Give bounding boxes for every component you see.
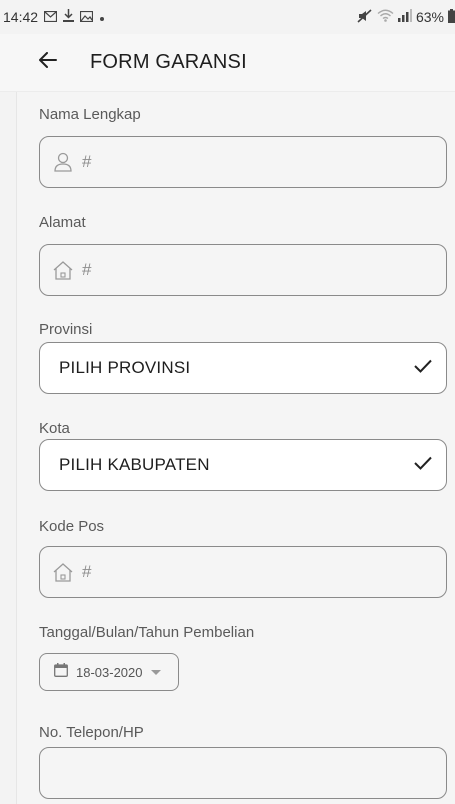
kota-label: Kota (39, 420, 70, 437)
calendar-icon (54, 662, 68, 682)
back-button[interactable] (28, 43, 68, 83)
tanggal-label: Tanggal/Bulan/Tahun Pembelian (39, 624, 255, 641)
alamat-input[interactable]: # (39, 244, 447, 296)
checkmark-icon (414, 359, 432, 378)
kode-pos-label: Kode Pos (39, 518, 105, 535)
form-container: Nama Lengkap # Alamat # Provinsi PILIH P… (16, 92, 455, 804)
alamat-label: Alamat (39, 214, 86, 231)
download-icon (63, 9, 75, 25)
status-right: 63% (357, 8, 455, 26)
wifi-icon (377, 9, 394, 25)
house-icon (52, 259, 74, 281)
nama-lengkap-input[interactable]: # (39, 136, 447, 188)
page-title: FORM GARANSI (90, 51, 247, 73)
kode-pos-input[interactable]: # (39, 546, 447, 598)
kode-pos-value: # (82, 562, 92, 581)
provinsi-select[interactable]: PILIH PROVINSI (39, 342, 447, 394)
person-icon (52, 151, 74, 173)
alamat-value: # (82, 260, 92, 279)
arrow-left-icon (39, 52, 57, 73)
nama-lengkap-value: # (82, 152, 92, 171)
house-icon (52, 561, 74, 583)
dot-icon (99, 9, 105, 25)
telepon-input[interactable] (39, 747, 447, 799)
status-time: 14:42 (3, 9, 39, 25)
status-bar: 14:42 63% (0, 0, 455, 34)
mute-icon (357, 8, 373, 26)
kota-select[interactable]: PILIH KABUPATEN (39, 439, 447, 491)
battery-percent: 63% (415, 9, 444, 25)
mail-icon (43, 9, 58, 25)
image-icon (79, 9, 94, 25)
battery-icon (448, 8, 455, 26)
checkmark-icon (414, 456, 432, 475)
provinsi-value: PILIH PROVINSI (59, 358, 191, 377)
purchase-date-picker[interactable]: 18-03-2020 (39, 653, 179, 691)
status-left: 14:42 (3, 9, 105, 25)
purchase-date-value: 18-03-2020 (76, 664, 143, 680)
nama-lengkap-label: Nama Lengkap (39, 106, 141, 123)
app-bar: FORM GARANSI (0, 34, 455, 92)
signal-icon (397, 9, 412, 25)
telepon-label: No. Telepon/HP (39, 724, 144, 741)
caret-down-icon (150, 663, 161, 681)
kota-value: PILIH KABUPATEN (59, 455, 210, 474)
provinsi-label: Provinsi (39, 321, 93, 338)
